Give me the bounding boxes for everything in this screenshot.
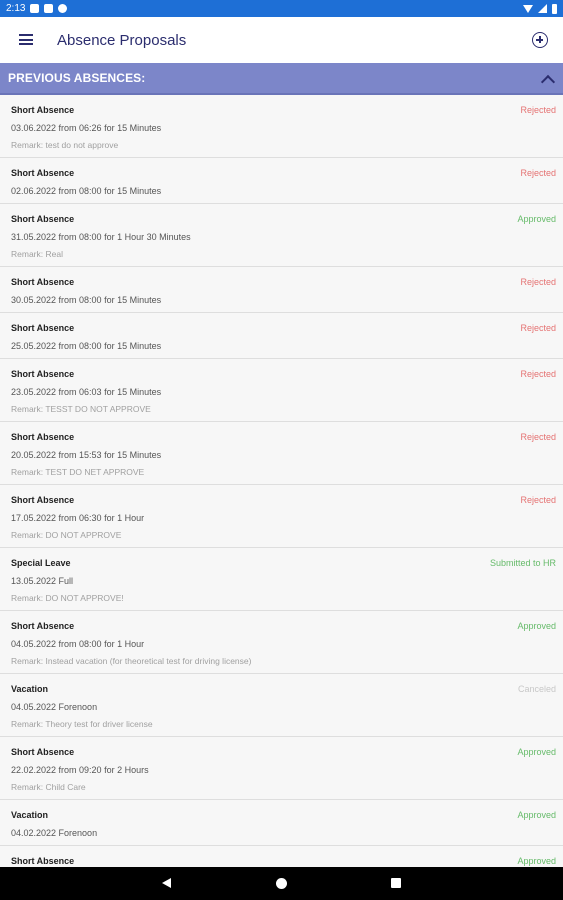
absence-status: Rejected	[520, 323, 556, 333]
absence-status: Approved	[517, 856, 556, 866]
app-bar: Absence Proposals	[0, 17, 563, 64]
vpn-icon	[58, 4, 68, 13]
absence-date: 03.06.2022 from 06:26 for 15 Minutes	[11, 123, 162, 133]
battery-icon	[552, 3, 557, 14]
wifi-icon	[523, 4, 533, 13]
recents-icon[interactable]	[391, 878, 401, 888]
status-bar: 2:13	[0, 0, 563, 17]
absence-date: 13.05.2022 Full	[11, 576, 74, 586]
absence-status: Rejected	[520, 277, 556, 287]
status-time: 2:13	[6, 3, 26, 14]
absence-date: 17.05.2022 from 06:30 for 1 Hour	[11, 513, 145, 523]
home-icon[interactable]	[276, 878, 287, 889]
absence-date: 23.05.2022 from 06:03 for 15 Minutes	[11, 387, 162, 397]
absence-status: Rejected	[520, 105, 556, 115]
absence-list-item[interactable]: Special Leave Submitted to HR 13.05.2022 F…	[0, 548, 563, 611]
absence-date: 04.05.2022 from 08:00 for 1 Hour	[11, 639, 145, 649]
status-left-group: 2:13	[6, 3, 68, 14]
absence-remark: Remark: Theory test for driver license	[11, 719, 153, 729]
absence-date: 20.05.2022 from 15:53 for 15 Minutes	[11, 450, 162, 460]
absence-type: Short Absence	[11, 214, 75, 224]
absence-date: 31.05.2022 from 08:00 for 1 Hour 30 Minu…	[11, 232, 191, 242]
absence-remark: Remark: Child Care	[11, 782, 86, 792]
absence-list-item[interactable]: Short Absence Rejected 25.05.2022 from 08:…	[0, 313, 563, 359]
absence-list-item[interactable]: Short Absence Rejected 03.06.2022 from 06:…	[0, 95, 563, 158]
chevron-up-icon[interactable]	[541, 73, 553, 85]
absence-status: Submitted to HR	[489, 558, 556, 568]
absence-status: Canceled	[517, 684, 556, 694]
absence-remark: Remark: Real	[11, 249, 63, 259]
absence-list-item[interactable]: Short Absence Approved 22.02.2022 from 09:…	[0, 737, 563, 800]
absence-type: Short Absence	[11, 621, 75, 631]
back-icon[interactable]	[162, 878, 171, 888]
absence-type: Short Absence	[11, 856, 75, 866]
absence-list-item[interactable]: Short Absence Approved 31.05.2022 from 08:…	[0, 204, 563, 267]
absence-date: 22.02.2022 from 09:20 for 2 Hours	[11, 765, 149, 775]
absence-list-item[interactable]: Vacation Approved 04.02.2022 Forenoon	[0, 800, 563, 846]
menu-icon[interactable]	[19, 34, 33, 45]
absence-remark: Remark: Instead vacation (for theoretica…	[11, 656, 252, 666]
absence-type: Short Absence	[11, 323, 75, 333]
system-nav-bar	[0, 867, 563, 900]
absence-remark: Remark: DO NOT APPROVE	[11, 530, 122, 540]
absence-list-item[interactable]: Short Absence Rejected 02.06.2022 from 08:…	[0, 158, 563, 204]
absence-list-item[interactable]: Short Absence Rejected 17.05.2022 from 06:…	[0, 485, 563, 548]
notification-icon	[30, 4, 40, 13]
absence-status: Approved	[517, 621, 556, 631]
absence-remark: Remark: TESST DO NOT APPROVE	[11, 404, 151, 414]
absence-type: Short Absence	[11, 432, 75, 442]
absence-status: Rejected	[520, 495, 556, 505]
absence-date: 02.06.2022 from 08:00 for 15 Minutes	[11, 186, 162, 196]
absence-list-item[interactable]: Short Absence Approved 04.05.2022 from 08:…	[0, 611, 563, 674]
absence-status: Approved	[517, 214, 556, 224]
absence-list-item[interactable]: Short Absence Rejected 23.05.2022 from 06:…	[0, 359, 563, 422]
absence-type: Short Absence	[11, 747, 75, 757]
absence-list-item[interactable]: Short Absence Approved	[0, 846, 563, 867]
absence-type: Special Leave	[11, 558, 71, 568]
absence-list-item[interactable]: Short Absence Rejected 30.05.2022 from 08:…	[0, 267, 563, 313]
section-title: PREVIOUS ABSENCES:	[8, 71, 146, 85]
add-circle-icon[interactable]	[532, 32, 548, 48]
absence-list[interactable]: Short Absence Rejected 03.06.2022 from 06:…	[0, 95, 563, 867]
absence-remark: Remark: DO NOT APPROVE!	[11, 593, 124, 603]
absence-type: Short Absence	[11, 105, 75, 115]
absence-date: 04.02.2022 Forenoon	[11, 828, 98, 838]
absence-date: 25.05.2022 from 08:00 for 15 Minutes	[11, 341, 162, 351]
absence-status: Rejected	[520, 369, 556, 379]
absence-status: Approved	[517, 747, 556, 757]
absence-type: Short Absence	[11, 369, 75, 379]
absence-type: Vacation	[11, 810, 49, 820]
status-right-group	[523, 3, 557, 14]
absence-type: Short Absence	[11, 168, 75, 178]
absence-date: 30.05.2022 from 08:00 for 15 Minutes	[11, 295, 162, 305]
absence-status: Rejected	[520, 432, 556, 442]
page-title: Absence Proposals	[57, 32, 187, 49]
absence-remark: Remark: test do not approve	[11, 140, 119, 150]
absence-status: Rejected	[520, 168, 556, 178]
absence-type: Short Absence	[11, 277, 75, 287]
signal-icon	[538, 4, 547, 13]
absence-status: Approved	[517, 810, 556, 820]
absence-list-item[interactable]: Vacation Canceled 04.05.2022 Forenoon Remar…	[0, 674, 563, 737]
absence-remark: Remark: TEST DO NET APPROVE	[11, 467, 145, 477]
absence-type: Short Absence	[11, 495, 75, 505]
sim-card-icon	[44, 4, 54, 13]
absence-list-item[interactable]: Short Absence Rejected 20.05.2022 from 15:…	[0, 422, 563, 485]
absence-type: Vacation	[11, 684, 49, 694]
previous-absences-header[interactable]: PREVIOUS ABSENCES:	[0, 63, 563, 95]
absence-date: 04.05.2022 Forenoon	[11, 702, 98, 712]
